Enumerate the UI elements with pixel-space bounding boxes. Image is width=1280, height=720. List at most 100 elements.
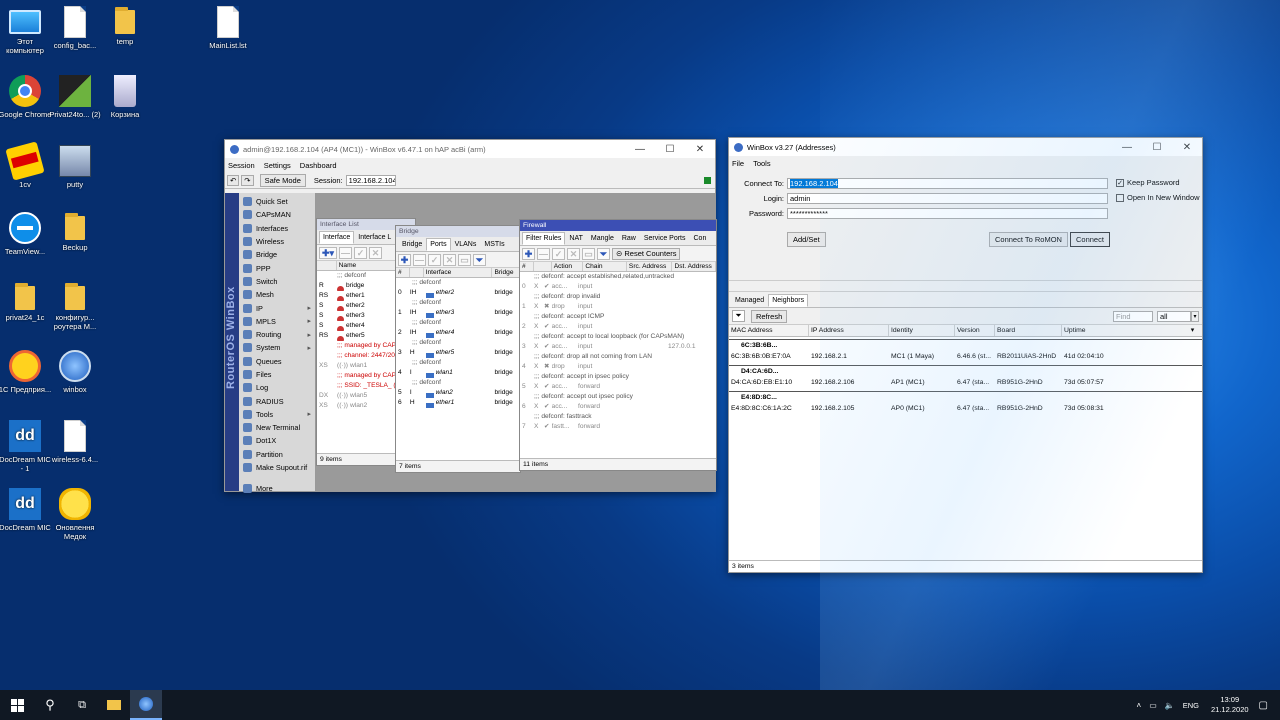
tab-interface[interactable]: Interface bbox=[319, 231, 355, 244]
table-row[interactable]: 2 X ✔ acc... input bbox=[520, 322, 716, 332]
filter-icon[interactable]: ⏷ bbox=[732, 310, 745, 322]
table-row[interactable]: ;;; defconf: fasttrack bbox=[520, 412, 716, 422]
find-input[interactable]: Find bbox=[1113, 310, 1153, 322]
column-board[interactable]: Board bbox=[995, 325, 1062, 336]
privat24-app-icon[interactable]: Privat24to... (2) bbox=[48, 75, 102, 119]
tab-connections[interactable]: Con bbox=[690, 232, 711, 245]
minimize-button[interactable]: — bbox=[625, 144, 655, 155]
tab-vlans[interactable]: VLANs bbox=[451, 238, 481, 251]
this-pc-icon[interactable]: Этот компьютер bbox=[0, 6, 52, 55]
group-header[interactable]: E4:8D:8C... bbox=[729, 391, 1202, 403]
volume-icon[interactable]: 🔈 bbox=[1165, 701, 1175, 710]
sidebar-item-capsman[interactable]: CAPsMAN bbox=[240, 208, 315, 221]
table-row[interactable]: ;;; defconf: accept out ipsec policy bbox=[520, 392, 716, 402]
table-row[interactable]: ;;; defconf: drop invalid bbox=[520, 292, 716, 302]
add-button[interactable]: ✚▾ bbox=[319, 246, 337, 259]
winbox-app-icon[interactable]: winbox bbox=[48, 350, 102, 394]
redo-button[interactable]: ↷ bbox=[241, 174, 254, 186]
table-row[interactable]: ;;; defconf bbox=[396, 338, 520, 348]
table-row[interactable]: ;;; defconf bbox=[396, 298, 520, 308]
column-version[interactable]: Version bbox=[955, 325, 995, 336]
column-dst-address[interactable]: Dst. Address bbox=[672, 262, 716, 271]
sidebar-item-ip[interactable]: IP ▸ bbox=[240, 301, 315, 314]
winbox-session-titlebar[interactable]: admin@192.168.2.104 (AP4 (MC1)) - WinBox… bbox=[225, 140, 715, 158]
disable-button[interactable]: ✕ bbox=[567, 247, 580, 260]
filter-icon[interactable]: ⏷ bbox=[597, 247, 610, 260]
teamviewer-app-icon[interactable]: TeamView... bbox=[0, 212, 52, 256]
tab-mangle[interactable]: Mangle bbox=[587, 232, 618, 245]
filter-select[interactable]: all bbox=[1157, 310, 1191, 322]
table-row[interactable]: 6C:3B:6B:0B:E7:0A 192.168.2.1 MC1 (1 Maya)… bbox=[729, 351, 1202, 363]
network-icon[interactable]: ▭ bbox=[1149, 701, 1157, 710]
1c-enterprise-icon[interactable]: 1С Предприя... bbox=[0, 350, 52, 394]
column-identity[interactable]: Identity bbox=[889, 325, 955, 336]
beckup-folder-icon[interactable]: Beckup bbox=[48, 212, 102, 252]
language-indicator[interactable]: ENG bbox=[1183, 701, 1199, 710]
menu-settings[interactable]: Settings bbox=[264, 161, 291, 170]
table-row[interactable]: 2 IH ether4 bridge bbox=[396, 328, 520, 338]
menu-session[interactable]: Session bbox=[228, 161, 255, 170]
table-row[interactable]: ;;; defconf: accept in ipsec policy bbox=[520, 372, 716, 382]
menu-dashboard[interactable]: Dashboard bbox=[300, 161, 337, 170]
winbox-taskbar-button[interactable] bbox=[130, 690, 162, 720]
column-menu-icon[interactable]: ▾ bbox=[1187, 325, 1196, 336]
close-button[interactable]: ✕ bbox=[685, 144, 715, 155]
tab-ports[interactable]: Ports bbox=[426, 238, 451, 251]
password-field[interactable]: ************* bbox=[787, 208, 1108, 219]
chrome-icon[interactable]: Google Chrome bbox=[0, 75, 52, 119]
table-row[interactable]: 7 X ✔ fastt... forward bbox=[520, 422, 716, 432]
mainlist-file-icon[interactable]: MainList.lst bbox=[201, 6, 255, 50]
sidebar-item-log[interactable]: Log bbox=[240, 381, 315, 394]
undo-button[interactable]: ↶ bbox=[227, 174, 240, 186]
chevron-down-icon[interactable]: ▾ bbox=[1191, 310, 1199, 322]
group-header[interactable]: 6C:3B:6B... bbox=[729, 339, 1202, 351]
chevron-up-icon[interactable]: ˄ bbox=[1137, 701, 1142, 710]
router-config-folder-icon[interactable]: конфигур... роутера M... bbox=[48, 282, 102, 331]
column-ip-address[interactable]: IP Address bbox=[809, 325, 889, 336]
table-row[interactable]: 6 Hether1 bridge bbox=[396, 398, 520, 408]
task-view-button[interactable]: ⧉ bbox=[66, 690, 98, 720]
sidebar-item-wireless[interactable]: Wireless bbox=[240, 235, 315, 248]
remove-button[interactable]: — bbox=[339, 246, 352, 259]
table-row[interactable]: ;;; defconf: accept established,related,… bbox=[520, 272, 716, 282]
config-backup-file-icon[interactable]: config_bac... bbox=[48, 6, 102, 50]
add-button[interactable]: ✚ bbox=[398, 253, 411, 266]
docdream-mic-icon[interactable]: dd DocDream MIC bbox=[0, 488, 52, 532]
enable-button[interactable]: ✓ bbox=[552, 247, 565, 260]
keep-password-checkbox[interactable]: ✓ Keep Password bbox=[1116, 178, 1180, 187]
sidebar-item-system[interactable]: System ▸ bbox=[240, 341, 315, 354]
sidebar-item-new-terminal[interactable]: New Terminal bbox=[240, 421, 315, 434]
start-button[interactable] bbox=[0, 690, 34, 720]
putty-app-icon[interactable]: putty bbox=[48, 145, 102, 189]
notification-icon[interactable]: ▢ bbox=[1259, 700, 1268, 711]
connect-romon-button[interactable]: Connect To RoMON bbox=[989, 232, 1068, 247]
tab-raw[interactable]: Raw bbox=[618, 232, 640, 245]
sidebar-item-mpls[interactable]: MPLS ▸ bbox=[240, 315, 315, 328]
column-interface[interactable]: Interface bbox=[424, 268, 493, 277]
table-row[interactable]: ;;; defconf bbox=[396, 378, 520, 388]
tab-filter-rules[interactable]: Filter Rules bbox=[522, 232, 566, 245]
sidebar-item-quick-set[interactable]: Quick Set bbox=[240, 195, 315, 208]
table-row[interactable]: 0 X ✔ acc... input bbox=[520, 282, 716, 292]
add-set-button[interactable]: Add/Set bbox=[787, 232, 826, 247]
sidebar-item-tools[interactable]: Tools ▸ bbox=[240, 408, 315, 421]
table-row[interactable]: ;;; defconf bbox=[396, 358, 520, 368]
enable-button[interactable]: ✓ bbox=[428, 253, 441, 266]
recycle-bin-icon[interactable]: Корзина bbox=[98, 75, 152, 119]
column-src-address[interactable]: Src. Address bbox=[627, 262, 673, 271]
table-row[interactable]: ;;; defconf: accept ICMP bbox=[520, 312, 716, 322]
sidebar-item-mesh[interactable]: Mesh bbox=[240, 288, 315, 301]
menu-tools[interactable]: Tools bbox=[753, 159, 771, 168]
enable-button[interactable]: ✓ bbox=[354, 246, 367, 259]
column-mac-address[interactable]: MAC Address bbox=[729, 325, 809, 336]
table-row[interactable]: 3 Hether5 bridge bbox=[396, 348, 520, 358]
open-new-window-checkbox[interactable]: Open In New Window bbox=[1116, 193, 1200, 202]
comment-button[interactable]: ▭ bbox=[458, 253, 471, 266]
privat24-1c-folder-icon[interactable]: privat24_1c bbox=[0, 282, 52, 322]
refresh-button[interactable]: Refresh bbox=[751, 309, 788, 323]
connect-button[interactable]: Connect bbox=[1070, 232, 1110, 247]
filter-icon[interactable]: ⏷ bbox=[473, 253, 486, 266]
tab-managed[interactable]: Managed bbox=[731, 294, 768, 307]
search-button[interactable]: ⚲ bbox=[34, 690, 66, 720]
tab-service-ports[interactable]: Service Ports bbox=[640, 232, 690, 245]
